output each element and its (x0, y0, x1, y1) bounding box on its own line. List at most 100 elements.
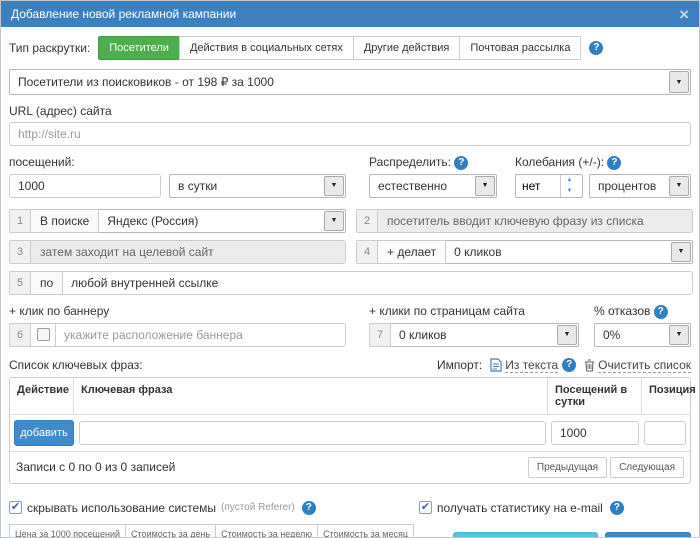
fluctuation-unit-value: процентов (598, 178, 657, 193)
price-table: Цена за 1000 посещений Стоимость за день… (8, 523, 414, 537)
distribute-label: Распределить: ? (369, 155, 497, 170)
distribute-help-icon[interactable]: ? (454, 155, 469, 170)
search-engine-select[interactable]: Яндекс (Россия) ▼ (99, 208, 346, 233)
prev-page-button[interactable]: Предыдущая (527, 456, 608, 478)
tab-visitors[interactable]: Посетители (98, 36, 180, 60)
page-clicks-value: 0 кликов (399, 327, 447, 342)
price-header: Стоимость за месяц (317, 523, 414, 537)
distribute-value: естественно (378, 178, 448, 193)
dialog-title: Добавление новой рекламной кампании (11, 7, 237, 21)
step2-text: посетитель вводит ключевую фразу из спис… (378, 208, 693, 233)
fluctuation-help-icon[interactable]: ? (607, 155, 622, 170)
tab-email-campaign[interactable]: Почтовая рассылка (459, 36, 582, 60)
step4-prefix: + делает (378, 239, 447, 264)
clear-list-link[interactable]: Очистить список (598, 358, 691, 373)
keywords-label: Список ключевых фраз: (9, 358, 143, 373)
step-number: 3 (9, 239, 31, 264)
chevron-down-icon: ▼ (669, 71, 689, 93)
spinner-arrows: ▲ ▼ (560, 174, 578, 197)
controls-row: в сутки ▼ естественно ▼ ▲ ▼ (9, 173, 691, 198)
options-row: ✔ скрывать использование системы (пустой… (9, 500, 691, 515)
step3-text: затем заходит на целевой сайт (31, 239, 346, 264)
document-icon (490, 358, 502, 372)
chevron-down-icon: ▼ (557, 324, 577, 345)
chevron-down-icon: ▼ (671, 241, 691, 262)
chevron-down-icon: ▼ (324, 175, 344, 196)
close-icon[interactable]: × (679, 6, 689, 23)
promo-type-help-icon[interactable]: ? (589, 41, 604, 55)
banner-checkbox[interactable] (36, 328, 50, 342)
hide-system-label: скрывать использование системы (27, 500, 217, 515)
email-stats-option: ✔ получать статистику на e-mail ? (419, 500, 691, 515)
keyword-add-row: добавить (10, 415, 690, 451)
import-from-text-link[interactable]: Из текста (505, 358, 559, 373)
tariff-select-value: Посетители из поисковиков - от 198 ₽ за … (18, 75, 274, 89)
col-header-visits: Посещений в сутки (548, 377, 642, 414)
email-stats-label: получать статистику на e-mail (437, 500, 603, 515)
step5-prefix: по (31, 270, 64, 295)
keyword-position-input[interactable] (644, 420, 686, 445)
visits-period-select[interactable]: в сутки ▼ (169, 173, 346, 198)
clicks-count-select[interactable]: 0 кликов ▼ (446, 239, 693, 264)
visits-count-input[interactable] (9, 173, 161, 198)
email-stats-checkbox[interactable]: ✔ (419, 501, 432, 515)
import-controls: Импорт: Из текста ? Очистить список (437, 358, 691, 373)
page-clicks-select[interactable]: 0 кликов ▼ (391, 322, 579, 347)
keywords-panel: Действие Ключевая фраза Посещений в сутк… (9, 376, 696, 484)
bottom-row: Цена за 1000 посещений Стоимость за день… (8, 523, 691, 537)
visits-label: посещений: (9, 155, 75, 169)
step-number: 1 (9, 208, 31, 233)
internal-link-input[interactable] (63, 270, 693, 295)
site-url-input[interactable] (9, 122, 691, 146)
import-help-icon[interactable]: ? (562, 358, 577, 373)
chevron-down-icon: ▼ (669, 324, 689, 345)
import-label: Импорт: (436, 358, 483, 373)
step-number: 2 (356, 208, 378, 233)
promo-type-tabs: Посетители Действия в социальных сетях Д… (98, 36, 582, 60)
banner-click-label: + клик по баннеру (9, 303, 110, 318)
col-header-phrase: Ключевая фраза (74, 377, 548, 414)
step1-prefix: В поиске (31, 208, 100, 233)
tab-social-actions[interactable]: Действия в социальных сетях (178, 36, 354, 60)
url-label: URL (адрес) сайта (9, 104, 112, 118)
step6-banner: 6 (9, 322, 346, 347)
clicks-count-value: 0 кликов (454, 244, 502, 259)
price-header: Цена за 1000 посещений (8, 523, 127, 537)
col-header-position: Позиция (649, 383, 696, 396)
keywords-header: Список ключевых фраз: Импорт: Из текста … (9, 358, 691, 373)
promo-type-label: Тип раскрутки: (9, 41, 91, 55)
fluctuation-input[interactable] (516, 174, 560, 197)
step2-enter-phrase: 2 посетитель вводит ключевую фразу из сп… (356, 208, 693, 233)
enable-premium-button[interactable]: ☆ Включить Premium (453, 532, 599, 537)
fluctuation-stepper: ▲ ▼ (515, 173, 583, 198)
bounce-label: % отказов ? (594, 304, 691, 319)
bounce-help-icon[interactable]: ? (653, 304, 668, 319)
keyword-visits-input[interactable] (551, 420, 639, 445)
spinner-up-icon[interactable]: ▲ (561, 175, 578, 186)
page-clicks-label: + клики по страницам сайта (369, 303, 525, 318)
bounce-rate-select[interactable]: 0% ▼ (594, 322, 691, 347)
step4-clicks: 4 + делает 0 кликов ▼ (356, 239, 693, 264)
keywords-table-header: Действие Ключевая фраза Посещений в сутк… (10, 377, 696, 415)
email-stats-help-icon[interactable]: ? (609, 500, 624, 515)
tariff-select[interactable]: Посетители из поисковиков - от 198 ₽ за … (9, 69, 691, 95)
promo-type-row: Тип раскрутки: Посетители Действия в соц… (9, 36, 691, 60)
banner-location-input[interactable] (56, 322, 346, 347)
price-header: Стоимость за неделю (215, 523, 319, 537)
next-page-button[interactable]: Следующая (610, 456, 684, 478)
hide-system-help-icon[interactable]: ? (301, 500, 316, 515)
tab-other-actions[interactable]: Другие действия (352, 36, 461, 60)
banner-checkbox-cell (31, 322, 56, 347)
distribute-select[interactable]: естественно ▼ (369, 173, 497, 198)
hide-system-checkbox[interactable]: ✔ (9, 501, 22, 515)
step-number: 4 (356, 239, 378, 264)
keyword-phrase-input[interactable] (79, 420, 546, 445)
pagination: Предыдущая Следующая (527, 456, 684, 478)
spinner-down-icon[interactable]: ▼ (561, 186, 578, 197)
mid-row: 6 7 0 кликов ▼ 0% ▼ (9, 322, 691, 347)
chevron-down-icon: ▼ (475, 175, 495, 196)
fluctuation-unit-select[interactable]: процентов ▼ (589, 173, 691, 198)
step-number: 6 (9, 322, 31, 347)
add-keyword-button[interactable]: добавить (14, 419, 74, 446)
save-button[interactable]: Сохранить (605, 532, 691, 537)
